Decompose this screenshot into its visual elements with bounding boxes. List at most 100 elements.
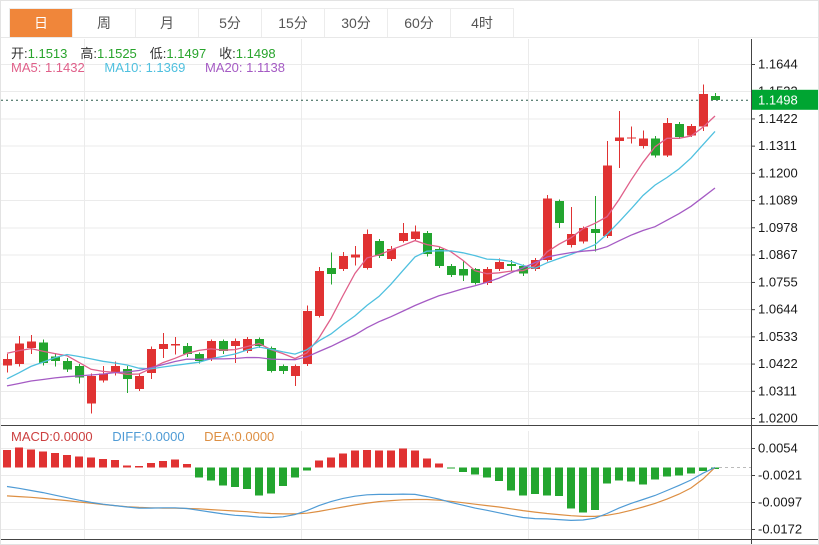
- candle-body: [315, 271, 324, 316]
- macd-bar: [507, 467, 515, 490]
- price-tick-label: 1.0755: [758, 274, 798, 289]
- macd-bar: [327, 457, 335, 467]
- macd-bar: [675, 467, 683, 475]
- ma10-value: 1.1369: [146, 60, 186, 75]
- close-value: 1.1498: [236, 46, 276, 61]
- kline-chart-app: 1.16441.15331.14221.13111.12001.10891.09…: [0, 0, 819, 545]
- macd-bar: [171, 460, 179, 468]
- candle-body: [351, 255, 360, 258]
- candle-body: [279, 366, 288, 371]
- tab-5min[interactable]: 5分: [199, 9, 262, 37]
- macd-bar: [471, 467, 479, 474]
- macd-tick-label: -0.0021: [758, 468, 802, 483]
- macd-bar: [195, 467, 203, 477]
- macd-readout: MACD:0.0000 DIFF:0.0000 DEA:0.0000: [11, 429, 290, 444]
- candle-body: [339, 256, 348, 269]
- candle-body: [171, 344, 180, 345]
- macd-bar: [219, 467, 227, 485]
- ma5-value: 1.1432: [45, 60, 85, 75]
- ma10-label: MA10:: [104, 60, 142, 75]
- tab-day[interactable]: 日: [10, 9, 73, 37]
- axis-frame: [1, 39, 819, 544]
- macd-tick-label: -0.0172: [758, 522, 802, 537]
- tab-30min[interactable]: 30分: [325, 9, 388, 37]
- chart-canvas[interactable]: 1.16441.15331.14221.13111.12001.10891.09…: [1, 1, 819, 545]
- tab-week[interactable]: 周: [73, 9, 136, 37]
- price-tick-label: 1.1311: [758, 138, 797, 153]
- macd-bar: [531, 467, 539, 494]
- macd-bar: [243, 467, 251, 489]
- macd-bar: [3, 450, 11, 467]
- macd-bar: [159, 461, 167, 467]
- macd-bar: [627, 467, 635, 481]
- macd-bar: [351, 451, 359, 468]
- candle-body: [87, 376, 96, 403]
- candle-body: [699, 94, 708, 126]
- macd-bar: [87, 457, 95, 467]
- macd-label: MACD:: [11, 429, 53, 444]
- candle-body: [27, 342, 36, 348]
- last-price-badge-value: 1.1498: [758, 92, 798, 107]
- macd-bar: [63, 455, 71, 467]
- price-tick-label: 1.1422: [758, 111, 798, 126]
- price-tick-label: 1.1644: [758, 57, 798, 72]
- macd-bar: [603, 467, 611, 483]
- ma20-value: 1.1138: [246, 60, 285, 75]
- candle-body: [507, 264, 516, 266]
- candle-body: [555, 201, 564, 223]
- tab-month[interactable]: 月: [136, 9, 199, 37]
- high-value: 1.1525: [97, 46, 137, 61]
- macd-bar: [639, 467, 647, 484]
- tab-60min[interactable]: 60分: [388, 9, 451, 37]
- dea-value: 0.0000: [235, 429, 275, 444]
- candle-body: [327, 268, 336, 274]
- macd-bar: [687, 467, 695, 473]
- candle-body: [363, 234, 372, 268]
- macd-bar: [51, 453, 59, 467]
- tabbar-divider: [1, 37, 819, 38]
- low-value: 1.1497: [166, 46, 206, 61]
- ma20-label: MA20:: [205, 60, 243, 75]
- candle-body: [63, 361, 72, 370]
- price-tick-label: 1.0978: [758, 220, 798, 235]
- high-label: 高:: [80, 46, 97, 61]
- ma5-label: MA5:: [11, 60, 41, 75]
- candle-body: [543, 199, 552, 260]
- open-value: 1.1513: [28, 46, 68, 61]
- macd-bar: [651, 467, 659, 479]
- macd-bar: [363, 450, 371, 468]
- candle-body: [399, 233, 408, 241]
- macd-bar: [495, 467, 503, 481]
- macd-bar: [147, 463, 155, 467]
- macd-bar: [519, 467, 527, 495]
- candle-body: [231, 341, 240, 346]
- ma-readout: MA5: 1.1432 MA10: 1.1369 MA20: 1.1138: [11, 60, 301, 75]
- macd-bar: [411, 451, 419, 468]
- candle-body: [135, 376, 144, 389]
- macd-bar: [111, 460, 119, 467]
- macd-bar: [591, 467, 599, 509]
- macd-bar: [15, 447, 23, 467]
- macd-bar: [231, 467, 239, 487]
- candle-body: [495, 262, 504, 269]
- macd-bar: [75, 457, 83, 468]
- candle-body: [111, 366, 120, 373]
- macd-bar: [303, 467, 311, 470]
- price-tick-label: 1.0200: [758, 411, 798, 426]
- macd-bar: [183, 464, 191, 468]
- tab-4hour[interactable]: 4时: [451, 9, 514, 37]
- dea-label: DEA:: [204, 429, 234, 444]
- macd-bar: [447, 467, 455, 468]
- macd-bar: [543, 467, 551, 495]
- macd-bar: [135, 466, 143, 467]
- candle-body: [711, 96, 720, 100]
- candle-body: [39, 342, 48, 362]
- tab-15min[interactable]: 15分: [262, 9, 325, 37]
- candle-body: [675, 124, 684, 137]
- price-tick-label: 1.0422: [758, 356, 798, 371]
- candle-body: [159, 344, 168, 349]
- candle-body: [639, 139, 648, 146]
- candle-body: [459, 269, 468, 276]
- macd-bar: [555, 467, 563, 496]
- candle-body: [687, 126, 696, 136]
